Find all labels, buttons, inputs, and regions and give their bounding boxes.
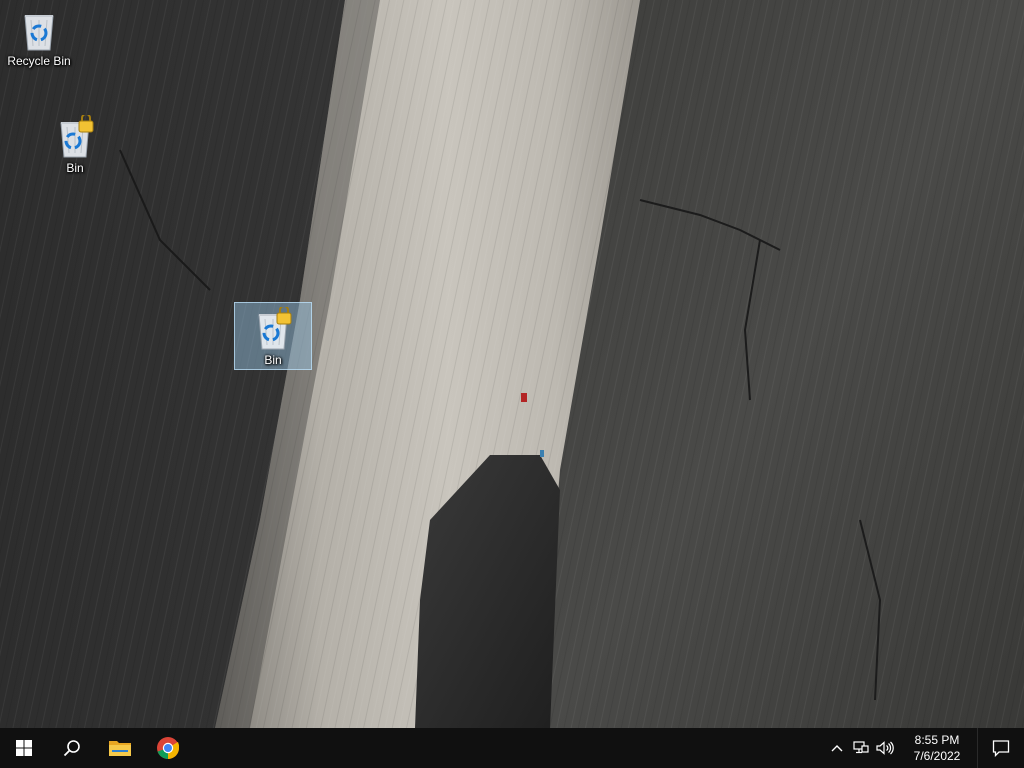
network-icon <box>853 741 869 754</box>
recycle-bin-icon <box>19 8 59 52</box>
system-tray: 8:55 PM 7/6/2022 <box>825 728 1024 768</box>
volume-icon <box>876 741 894 755</box>
taskbar: 8:55 PM 7/6/2022 <box>0 728 1024 768</box>
action-center-button[interactable] <box>977 728 1024 768</box>
desktop[interactable]: Recycle Bin Bin Bin <box>0 0 1024 728</box>
notification-icon <box>992 740 1010 757</box>
folder-icon <box>109 741 131 756</box>
desktop-icon-label: Bin <box>66 161 84 175</box>
clock-date: 7/6/2022 <box>913 749 961 763</box>
clock-time: 8:55 PM <box>914 733 960 747</box>
taskbar-clock[interactable]: 8:55 PM 7/6/2022 <box>897 728 977 768</box>
search-icon <box>63 740 80 757</box>
chrome-icon <box>157 737 180 759</box>
desktop-icon-bin[interactable]: Bin <box>37 111 113 176</box>
desktop-icon-bin-selected[interactable]: Bin <box>234 302 312 370</box>
recycle-bin-locked-icon <box>55 113 95 159</box>
chrome-button[interactable] <box>144 728 192 768</box>
desktop-icon-label: Bin <box>264 353 282 367</box>
chevron-up-icon <box>831 745 843 752</box>
recycle-bin-locked-icon <box>253 305 293 351</box>
show-hidden-icons-button[interactable] <box>825 728 849 768</box>
start-button[interactable] <box>0 728 48 768</box>
desktop-icon-recycle-bin[interactable]: Recycle Bin <box>1 4 77 69</box>
search-button[interactable] <box>48 728 96 768</box>
volume-button[interactable] <box>873 728 897 768</box>
desktop-icon-label: Recycle Bin <box>7 54 71 68</box>
network-button[interactable] <box>849 728 873 768</box>
desktop-wallpaper <box>0 0 1024 728</box>
windows-logo-icon <box>16 740 32 756</box>
file-explorer-button[interactable] <box>96 728 144 768</box>
